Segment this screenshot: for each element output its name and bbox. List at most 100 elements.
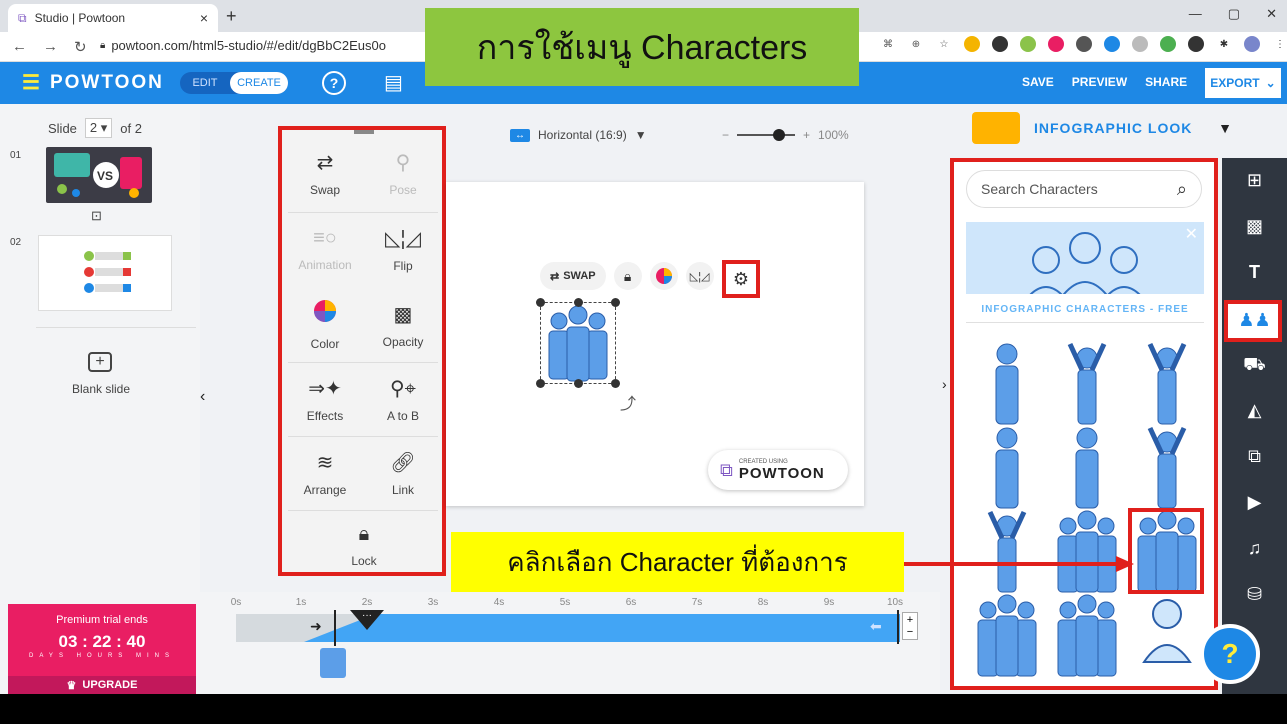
zoom-in-button[interactable]: + bbox=[803, 128, 810, 142]
tab-close-icon[interactable]: × bbox=[200, 10, 208, 26]
close-banner-icon[interactable]: ✕ bbox=[1185, 224, 1198, 244]
share-button[interactable]: SHARE bbox=[1145, 75, 1187, 89]
export-button[interactable]: EXPORT ⌄ bbox=[1205, 68, 1281, 98]
timeline-element-bar[interactable] bbox=[304, 614, 900, 642]
collapse-left-icon[interactable]: ‹ bbox=[200, 388, 205, 406]
plus-icon[interactable]: + bbox=[907, 614, 913, 626]
save-button[interactable]: SAVE bbox=[1022, 75, 1054, 89]
timeline-element-thumbnail[interactable] bbox=[320, 648, 346, 678]
timeline-extend-control[interactable]: + − bbox=[902, 612, 918, 640]
extension-icon[interactable] bbox=[1160, 36, 1176, 52]
text-icon[interactable]: T bbox=[1222, 252, 1287, 292]
new-tab-button[interactable]: + bbox=[226, 6, 237, 27]
minimize-icon[interactable]: — bbox=[1189, 6, 1202, 22]
flip-menu-item[interactable]: ◺¦◿ Flip bbox=[364, 214, 442, 284]
layouts-icon[interactable]: ⊞ bbox=[1222, 160, 1287, 200]
animation-menu-item[interactable]: ≡○ Animation bbox=[286, 214, 364, 284]
lock-menu-item[interactable]: 🔒︎ Lock bbox=[325, 510, 403, 580]
backgrounds-icon[interactable]: ▩ bbox=[1222, 206, 1287, 246]
zoom-slider-knob[interactable] bbox=[773, 129, 786, 141]
preview-button[interactable]: PREVIEW bbox=[1072, 75, 1127, 89]
collapse-right-icon[interactable]: › bbox=[942, 376, 947, 392]
character-thumbnail[interactable] bbox=[1132, 424, 1202, 512]
props-icon[interactable]: ⛟ bbox=[1222, 346, 1287, 386]
slide-thumbnail-2[interactable] bbox=[38, 235, 172, 311]
link-menu-item[interactable]: 🔗︎ Link bbox=[364, 438, 442, 508]
color-wheel-button[interactable] bbox=[649, 262, 678, 290]
mode-edit[interactable]: EDIT bbox=[180, 77, 230, 89]
resize-handle[interactable] bbox=[536, 298, 545, 307]
maximize-icon[interactable]: ▢ bbox=[1228, 6, 1240, 22]
slide-thumbnail-1[interactable]: VS bbox=[46, 147, 152, 203]
rotate-icon[interactable]: ⤴ bbox=[620, 390, 636, 414]
zoom-slider[interactable] bbox=[737, 129, 796, 141]
reload-icon[interactable]: ↻ bbox=[74, 38, 87, 56]
end-marker[interactable] bbox=[897, 610, 899, 644]
selected-character[interactable] bbox=[536, 298, 620, 388]
aspect-ratio-selector[interactable]: ↔ Horizontal (16:9) ▼ bbox=[510, 128, 647, 142]
extension-icon[interactable] bbox=[1020, 36, 1036, 52]
upgrade-button[interactable]: ♛ UPGRADE bbox=[8, 676, 196, 694]
category-banner[interactable]: ✕ bbox=[966, 222, 1204, 294]
kebab-menu-icon[interactable]: ⋮ bbox=[1272, 36, 1287, 52]
extension-icon[interactable] bbox=[1104, 36, 1120, 52]
resize-handle[interactable] bbox=[536, 379, 545, 388]
profile-avatar[interactable] bbox=[1244, 36, 1260, 52]
powtoon-logo[interactable]: ☰ POWTOON bbox=[22, 70, 164, 95]
character-thumbnail[interactable] bbox=[1052, 592, 1122, 680]
extension-icon[interactable] bbox=[1188, 36, 1204, 52]
translate-icon[interactable]: ⌘ bbox=[880, 36, 896, 52]
character-thumbnail[interactable] bbox=[1052, 340, 1122, 428]
slide-select[interactable]: 2 ▾ bbox=[84, 118, 113, 138]
search-characters-input[interactable]: Search Characters ⌕ bbox=[966, 170, 1202, 208]
mode-create[interactable]: CREATE bbox=[230, 72, 288, 94]
resize-handle[interactable] bbox=[574, 379, 583, 388]
extension-icon[interactable] bbox=[964, 36, 980, 52]
characters-icon[interactable]: ♟♟ bbox=[1222, 300, 1287, 340]
notes-icon[interactable]: ▤ bbox=[384, 70, 403, 95]
music-icon[interactable]: ♫ bbox=[1222, 528, 1287, 568]
minus-icon[interactable]: − bbox=[907, 626, 913, 638]
a-to-b-menu-item[interactable]: ⚲⌖ A to B bbox=[364, 364, 442, 434]
add-blank-slide-button[interactable]: + bbox=[88, 352, 112, 372]
character-thumbnail[interactable] bbox=[972, 592, 1042, 680]
extension-icon[interactable] bbox=[1076, 36, 1092, 52]
extension-icon[interactable] bbox=[992, 36, 1008, 52]
arrange-menu-item[interactable]: ≋ Arrange bbox=[286, 438, 364, 508]
help-chat-button[interactable]: ? bbox=[1200, 624, 1260, 684]
images-icon[interactable]: ⧉ bbox=[1222, 436, 1287, 476]
character-thumbnail[interactable] bbox=[1132, 340, 1202, 428]
swap-button[interactable]: ⇄ SWAP bbox=[540, 262, 606, 290]
resize-handle[interactable] bbox=[611, 298, 620, 307]
shapes-icon[interactable]: ◭ bbox=[1222, 390, 1287, 430]
browser-tab[interactable]: ⧉ Studio | Powtoon × bbox=[8, 4, 218, 32]
specials-icon[interactable]: ⛁ bbox=[1222, 574, 1287, 614]
zoom-out-button[interactable]: − bbox=[722, 128, 729, 142]
mode-switch[interactable]: EDIT CREATE bbox=[180, 72, 288, 94]
character-thumbnail[interactable] bbox=[972, 340, 1042, 428]
resize-handle[interactable] bbox=[611, 379, 620, 388]
swap-menu-item[interactable]: ⇄ Swap bbox=[286, 138, 364, 208]
character-thumbnail[interactable] bbox=[972, 424, 1042, 512]
extension-icon[interactable] bbox=[1048, 36, 1064, 52]
color-menu-item[interactable]: Color bbox=[286, 290, 364, 360]
close-window-icon[interactable]: ✕ bbox=[1266, 6, 1277, 22]
lock-button[interactable]: 🔒︎ bbox=[613, 262, 642, 290]
flip-button[interactable]: ◺¦◿ bbox=[685, 262, 714, 290]
resize-handle[interactable] bbox=[574, 298, 583, 307]
video-icon[interactable]: ▶ bbox=[1222, 482, 1287, 522]
search-icon[interactable]: ⌕ bbox=[1177, 179, 1187, 200]
extension-icon[interactable] bbox=[1132, 36, 1148, 52]
opacity-menu-item[interactable]: ▩ Opacity bbox=[364, 290, 442, 360]
effects-menu-item[interactable]: ⇒✦ Effects bbox=[286, 364, 364, 434]
character-thumbnail[interactable] bbox=[1052, 424, 1122, 512]
drag-handle[interactable] bbox=[354, 130, 374, 134]
back-icon[interactable]: ← bbox=[12, 38, 27, 56]
library-header[interactable]: INFOGRAPHIC LOOK ▼ bbox=[972, 108, 1232, 148]
help-button[interactable]: ? bbox=[322, 71, 346, 95]
bookmark-star-icon[interactable]: ☆ bbox=[936, 36, 952, 52]
forward-icon[interactable]: → bbox=[43, 38, 58, 56]
zoom-icon[interactable]: ⊕ bbox=[908, 36, 924, 52]
pose-menu-item[interactable]: ⚲ Pose bbox=[364, 138, 442, 208]
url-field[interactable]: 🔒︎ powtoon.com/html5-studio/#/edit/dgBbC… bbox=[100, 38, 386, 53]
